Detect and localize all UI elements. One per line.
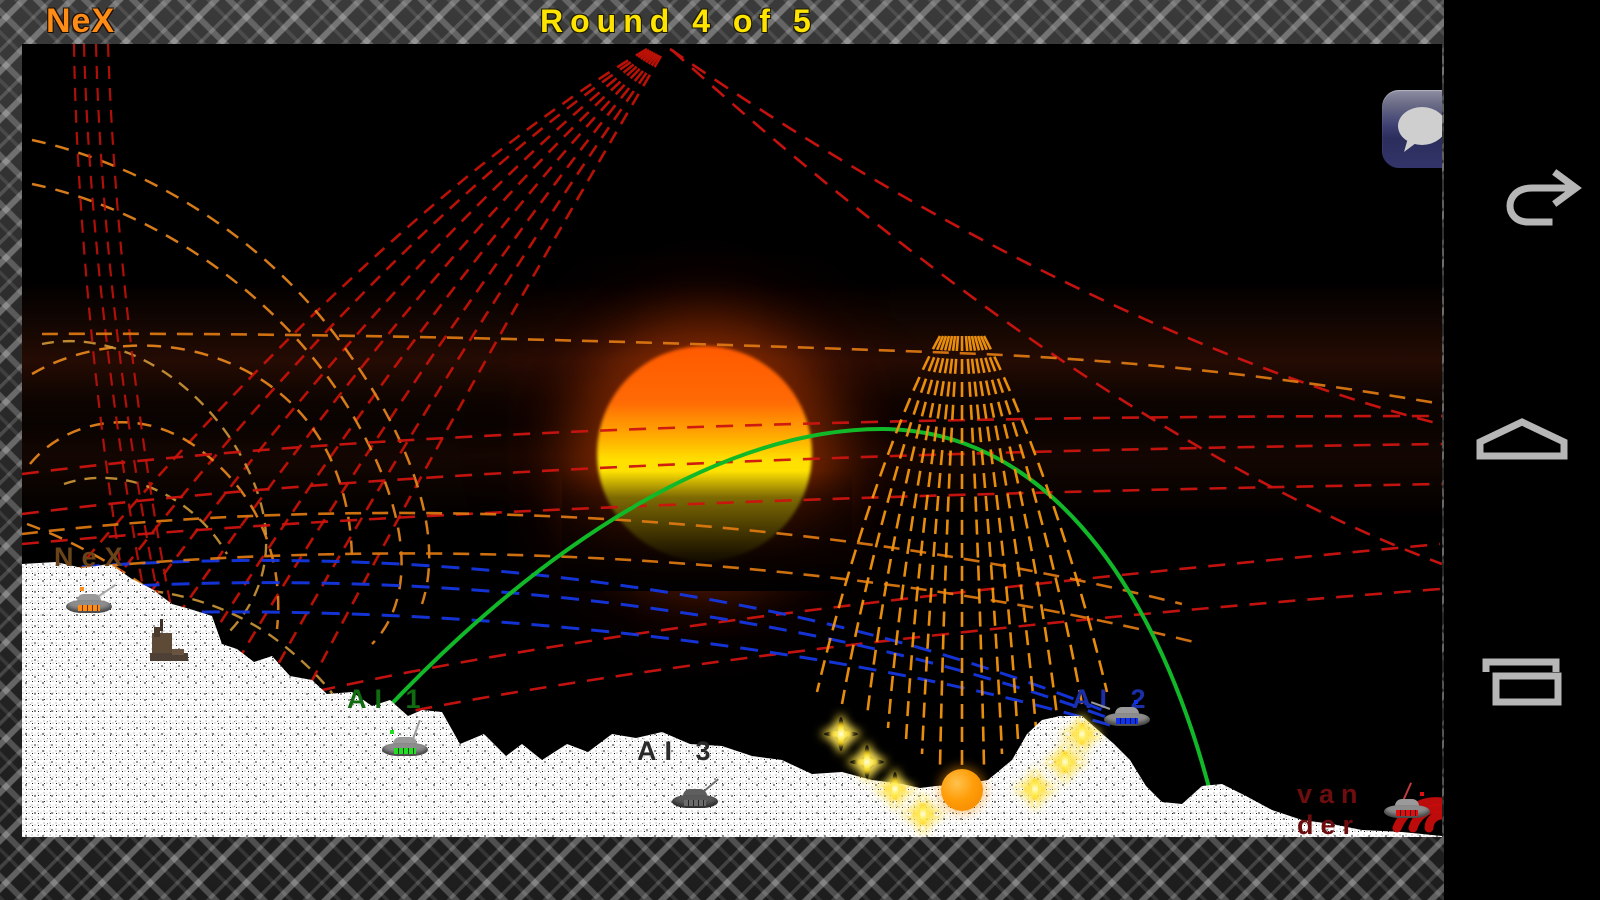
- player-name-label: NeX: [46, 2, 116, 40]
- projectile: [941, 769, 983, 811]
- terrain: [22, 562, 1442, 837]
- player-tag-nex: NeX: [54, 542, 131, 572]
- speech-bubble-icon: [1398, 107, 1442, 152]
- player-tag-ai3: AI 3: [637, 736, 719, 766]
- tank-ai3[interactable]: [672, 778, 724, 808]
- destroyed-bunker: [150, 619, 188, 661]
- nav-recents-button[interactable]: Recent apps: [1444, 620, 1600, 740]
- recents-icon: [1482, 658, 1562, 706]
- explosion-star: [1065, 717, 1099, 751]
- tank-vander[interactable]: [1384, 782, 1436, 818]
- nav-home-button[interactable]: Home: [1444, 380, 1600, 500]
- tank-indicator: [1420, 792, 1424, 796]
- back-arrow-icon: [1506, 169, 1582, 226]
- tank-health-bar: [1396, 810, 1418, 816]
- chat-button[interactable]: Chat: [1382, 90, 1442, 168]
- tank-ai1[interactable]: [382, 719, 434, 756]
- nav-back-button[interactable]: Back: [1444, 140, 1600, 260]
- tank-health-bar: [1116, 718, 1138, 724]
- shield-arcs-icon: [1392, 797, 1442, 833]
- explosion-star: [906, 797, 940, 831]
- tank-health-bar: [394, 748, 416, 754]
- tank-indicator: [390, 730, 394, 734]
- android-navigation-bar: Back Home Recent apps: [1444, 0, 1600, 900]
- home-icon: [1476, 418, 1568, 460]
- player-tag-ai1: AI 1: [347, 684, 429, 714]
- explosion-star: [1018, 772, 1052, 806]
- tank-indicator: [1134, 700, 1138, 704]
- game-viewport[interactable]: NeX AI 1 AI 3 AI 2 van der: [22, 44, 1442, 837]
- tank-nex[interactable]: [66, 583, 118, 613]
- tank-health-bar: [684, 800, 706, 806]
- tank-indicator: [80, 587, 84, 591]
- game-window: NeX Round 4 of 5 NeX AI 1 AI 3 AI 2 van …: [0, 0, 1444, 900]
- tank-ai2[interactable]: [1090, 700, 1156, 726]
- hud-bar: NeX Round 4 of 5: [0, 0, 1444, 45]
- tank-health-bar: [78, 605, 100, 611]
- round-counter-label: Round 4 of 5: [540, 3, 818, 39]
